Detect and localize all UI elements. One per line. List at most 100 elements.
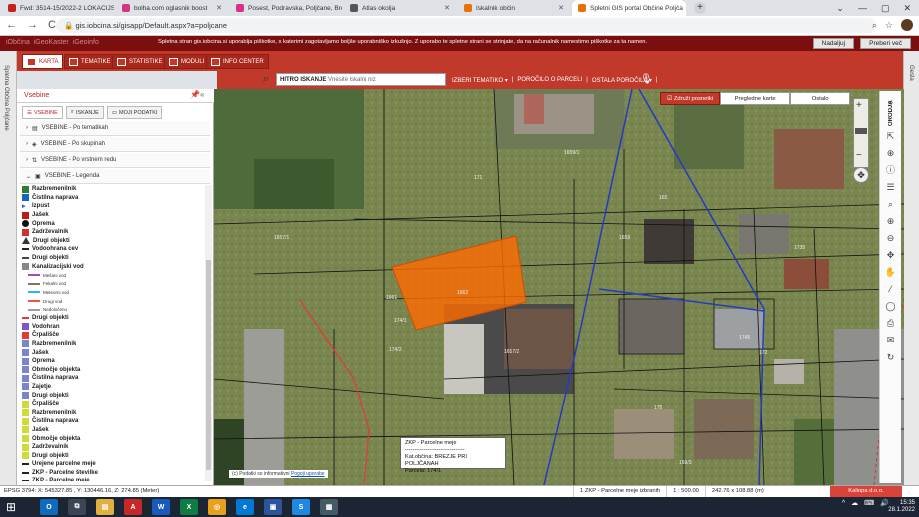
profile-avatar[interactable] <box>901 19 913 31</box>
brand-link-igeoinfo[interactable]: iGeoinfo <box>73 39 99 46</box>
print-icon[interactable]: ⎙ <box>887 316 894 330</box>
merge-images-toggle[interactable]: ☑ Združi posnetki <box>660 92 721 105</box>
taskbar-clock[interactable]: 15:35 28.1.2022 <box>888 500 915 514</box>
zoom-icon[interactable]: ⌕ <box>872 20 877 31</box>
forward-button[interactable]: → <box>27 19 38 31</box>
minimize-button[interactable]: — <box>858 3 867 13</box>
close-tab-icon[interactable]: ✕ <box>444 4 450 12</box>
browser-tab[interactable]: Fwd: 3514-15/2022-2 LOKACIJSK✕ <box>2 0 114 16</box>
terms-link[interactable]: Pogoji uporabe <box>291 471 325 477</box>
select-arrow-icon[interactable]: ⇱ <box>887 129 895 143</box>
pan-control-icon[interactable]: ✥ <box>853 167 869 183</box>
area-icon[interactable]: ◯ <box>885 299 895 313</box>
browser-tab[interactable]: Spletni GIS portal Občine Poljča✕ <box>572 0 686 16</box>
group-label: VSEBINE - Legenda <box>44 173 100 179</box>
overview-maps-button[interactable]: Pregledne karte <box>720 92 791 105</box>
right-side-strip[interactable]: Gesla <box>903 51 919 485</box>
close-window-button[interactable]: ✕ <box>903 3 911 14</box>
tab-label: ISKANJE <box>75 109 99 116</box>
filter-icon[interactable]: ⏷ <box>404 74 410 84</box>
scrollbar-thumb[interactable] <box>206 260 211 470</box>
taskbar-app-icon[interactable]: O <box>40 499 58 515</box>
windows-start-icon[interactable]: ⊞ <box>6 500 16 514</box>
cloud-icon[interactable]: ☁ <box>851 499 858 507</box>
new-tab-button[interactable]: + <box>694 2 706 14</box>
legend-swatch <box>22 463 29 466</box>
zoom-out-icon[interactable]: ⊖ <box>887 231 895 245</box>
tab-info-center[interactable]: INFO CENTER <box>206 54 269 69</box>
parcel-number-label: 1745 <box>739 335 750 341</box>
browser-tab[interactable]: Posest, Podravska, Poljčane, Bre:✕ <box>230 0 342 16</box>
other-button[interactable]: Ostalo <box>790 92 851 105</box>
chevron-down-icon[interactable]: ⌄ <box>420 74 427 83</box>
legend-swatch <box>22 211 29 219</box>
brand-link-igeokaster[interactable]: iGeoKaster <box>34 39 69 46</box>
mail-icon[interactable]: ✉ <box>887 333 895 347</box>
bookmark-star-icon[interactable]: ☆ <box>885 20 893 31</box>
menu-select-theme[interactable]: IZBERI TEMATIKO ▾ <box>452 77 508 84</box>
tab-tematike[interactable]: TEMATIKE <box>64 54 116 69</box>
tab-moji-podatki[interactable]: ▭ MOJI PODATKI <box>106 106 163 119</box>
group-po-vrstnem-redu[interactable]: › ⇅ VSEBINE - Po vrstnem redu <box>20 153 210 168</box>
group-po-tematikah[interactable]: › ▤ VSEBINE - Po tematikah <box>20 121 210 136</box>
search-icon[interactable]: ⌕ <box>888 197 893 211</box>
taskbar-app-icon[interactable]: W <box>152 499 170 515</box>
taskbar-app-icon[interactable]: ◎ <box>208 499 226 515</box>
help-icon[interactable]: ? <box>434 74 445 85</box>
taskbar-app-icon[interactable]: ▤ <box>96 499 114 515</box>
list-icon[interactable]: ☰ <box>886 180 894 194</box>
tab-search-icon[interactable]: ⌄ <box>836 3 844 14</box>
pin-icon[interactable]: 📌 <box>190 90 200 99</box>
measure-icon[interactable]: ⁄ <box>890 282 892 296</box>
browser-tab[interactable]: Iskalnik občin ✕ <box>458 0 570 16</box>
brand-link-iobcina[interactable]: iObčina <box>6 39 30 46</box>
panel-scrollbar[interactable] <box>205 185 212 481</box>
back-button[interactable]: ← <box>6 19 17 31</box>
tab-vsebine[interactable]: ☰ VSEBINE <box>22 106 63 119</box>
tab-statistike[interactable]: STATISTIKE <box>112 54 168 69</box>
taskbar-app-icon[interactable]: ⧉ <box>68 499 86 515</box>
zoom-in-button[interactable]: + <box>856 100 862 111</box>
maximize-button[interactable]: ▢ <box>881 3 890 14</box>
keyboard-icon[interactable]: ⌨ <box>864 499 874 507</box>
continue-button[interactable]: Nadaljuj <box>812 38 855 49</box>
tab-moduli[interactable]: MODULI <box>164 54 210 69</box>
taskbar-app-icon[interactable]: X <box>180 499 198 515</box>
map-scale[interactable]: 1 : 500.00 <box>666 486 705 497</box>
legend-swatch <box>22 237 30 245</box>
left-side-strip[interactable]: Spletna Občina Poljčane <box>0 51 17 485</box>
close-tab-icon[interactable]: ✕ <box>216 4 222 12</box>
tray-chevron-icon[interactable]: ^ <box>842 500 845 507</box>
menu-parcel-report[interactable]: POROČILO O PARCELI <box>517 77 582 84</box>
locate-icon[interactable]: ⊕ <box>887 146 895 160</box>
panel-title: Vsebine <box>24 92 50 99</box>
kaliopa-brand[interactable]: Kaliopa d.o.o. <box>830 486 902 497</box>
url-input[interactable]: 🔒 gis.iobcina.si/gisapp/Default.aspx?a=p… <box>56 18 876 33</box>
tab-iskanje[interactable]: ⌕ ISKANJE <box>65 106 104 119</box>
reload-button[interactable]: C <box>48 19 56 31</box>
taskbar-app-icon[interactable]: ▣ <box>264 499 282 515</box>
omnibox-actions: ⌕ ☆ <box>872 19 913 31</box>
browser-tab[interactable]: Atlas okolja ✕ <box>344 0 456 16</box>
group-po-skupinah[interactable]: › ◈ VSEBINE - Po skupinah <box>20 137 210 152</box>
search-icon[interactable]: ⌕ <box>263 73 269 86</box>
taskbar-app-icon[interactable]: e <box>236 499 254 515</box>
read-more-button[interactable]: Preberi več <box>860 38 911 49</box>
microphone-icon[interactable]: 🎙 <box>640 74 653 85</box>
map-canvas[interactable]: 1657/1 1662 1661 174/1 174/3 1657/2 1659 1659/1… <box>214 89 904 485</box>
zoom-out-button[interactable]: − <box>856 150 862 161</box>
refresh-icon[interactable]: ↻ <box>887 350 895 364</box>
zoom-slider-thumb[interactable] <box>855 128 867 134</box>
taskbar-app-icon[interactable]: S <box>292 499 310 515</box>
tab-karta[interactable]: KARTA <box>22 54 64 69</box>
taskbar-app-icon[interactable]: ▦ <box>320 499 338 515</box>
close-tab-icon[interactable]: ✕ <box>558 4 564 12</box>
move-icon[interactable]: ✥ <box>887 248 895 262</box>
taskbar-app-icon[interactable]: A <box>124 499 142 515</box>
collapse-panel-icon[interactable]: « <box>200 90 204 99</box>
info-icon[interactable]: ⓘ <box>886 163 895 177</box>
zoom-in-icon[interactable]: ⊕ <box>887 214 895 228</box>
hand-icon[interactable]: ✋ <box>885 265 896 279</box>
browser-tab[interactable]: bolha.com oglasnik boost ✕ <box>116 0 228 16</box>
group-legenda[interactable]: ⌄ ▣ VSEBINE - Legenda <box>20 169 210 184</box>
